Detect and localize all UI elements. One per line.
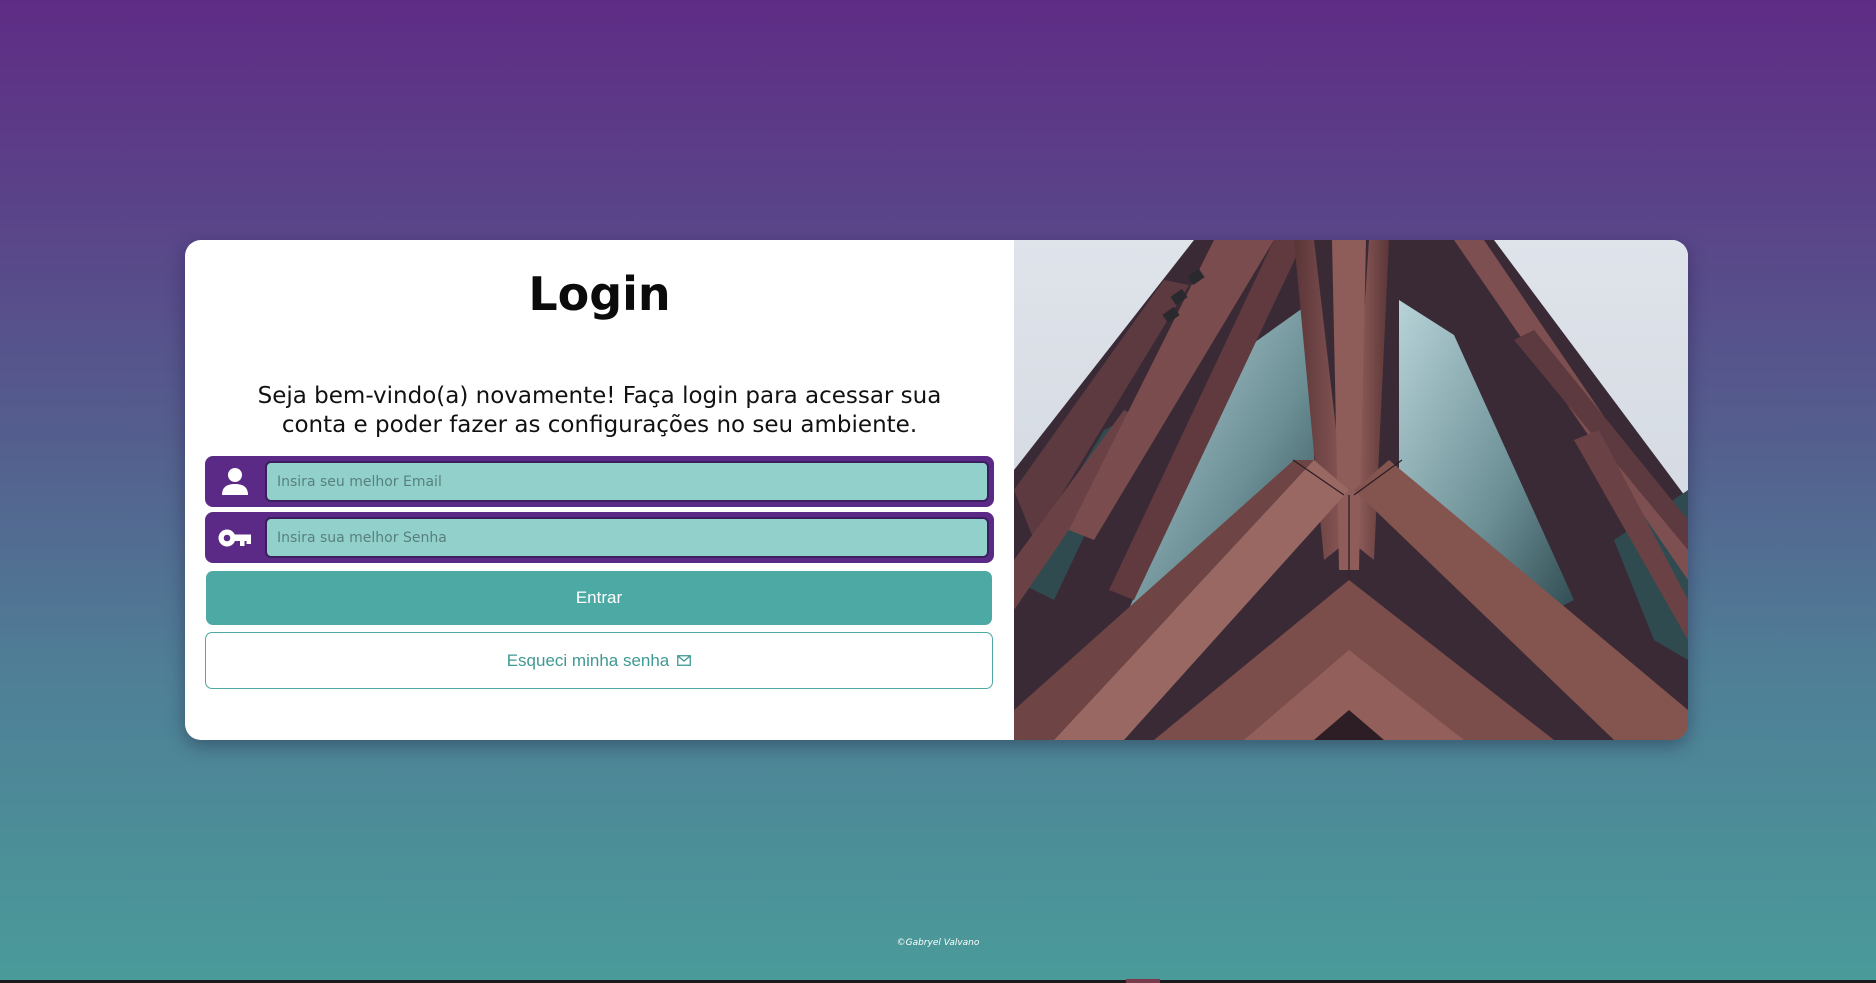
password-field[interactable] [265,517,989,558]
forgot-password-button[interactable]: Esqueci minha senha [205,632,993,689]
envelope-icon [677,651,692,671]
password-field-group [205,512,994,563]
email-field[interactable] [265,461,989,502]
login-button[interactable]: Entrar [206,571,992,625]
page-title: Login [528,267,671,321]
footer-credit: ©Gabryel Valvano [896,938,980,948]
user-icon [205,456,265,507]
welcome-message: Seja bem-vindo(a) novamente! Faça login … [257,383,942,438]
login-form-panel: Login Seja bem-vindo(a) novamente! Faça … [185,240,1014,740]
key-icon [205,512,265,563]
building-photo [1014,240,1688,740]
email-field-group [205,456,994,507]
forgot-password-label: Esqueci minha senha [506,650,670,670]
login-card: Login Seja bem-vindo(a) novamente! Faça … [185,240,1688,740]
bottom-marker [1126,979,1160,983]
